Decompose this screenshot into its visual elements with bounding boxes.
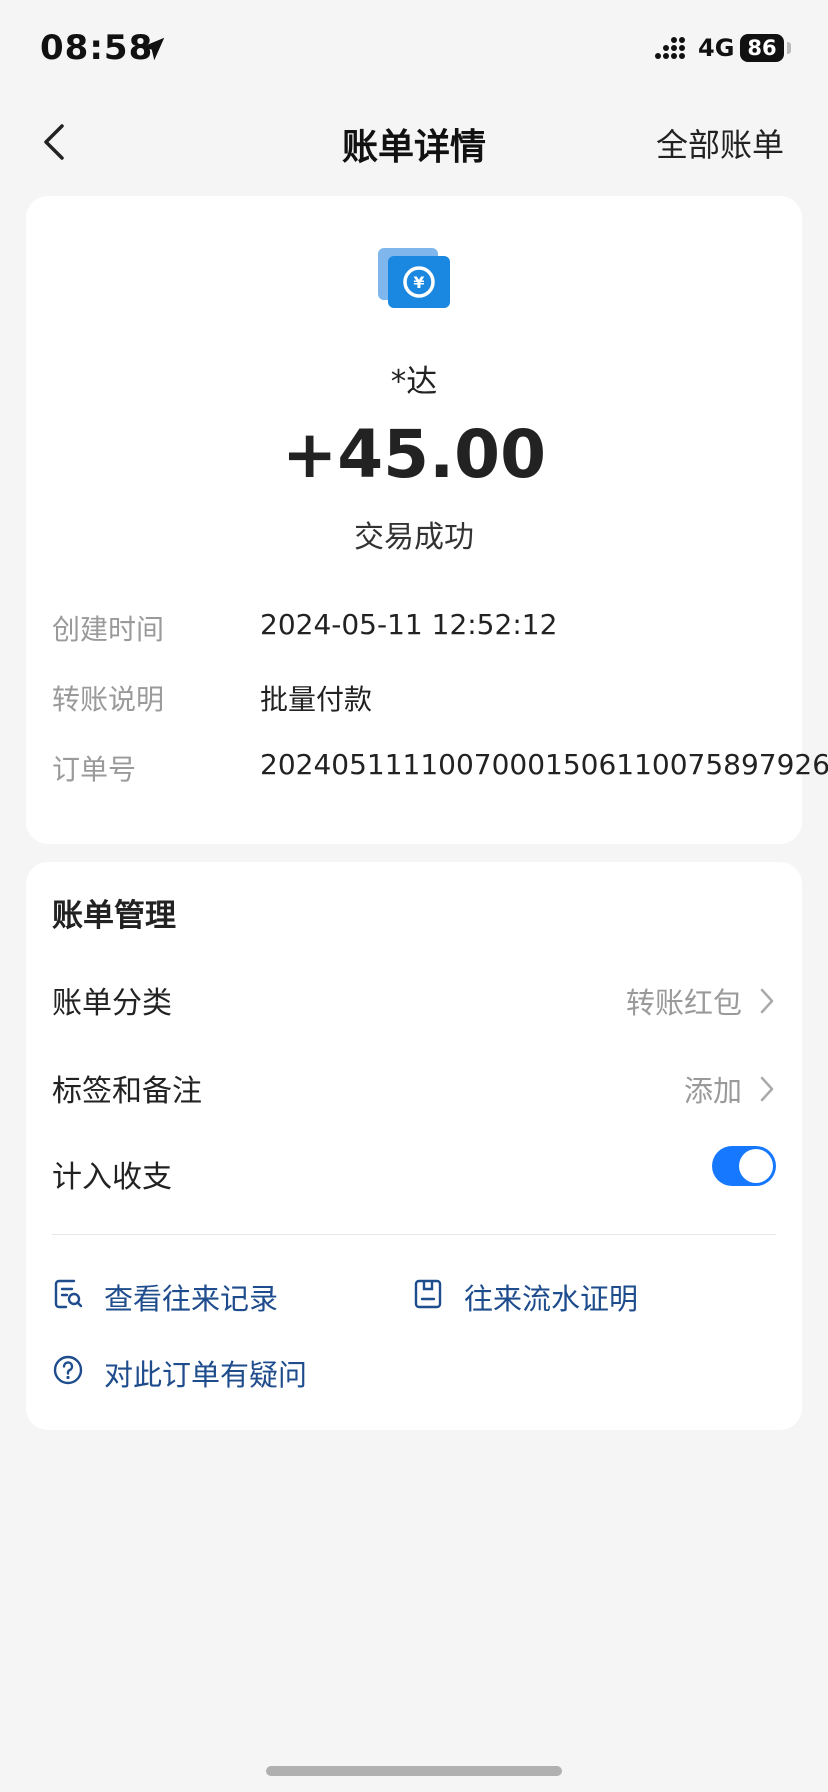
include-in-stats-toggle[interactable]: [712, 1146, 776, 1186]
transaction-proof-label: 往来流水证明: [464, 1282, 639, 1316]
record-search-icon: [54, 1279, 83, 1309]
amount: +45.00: [281, 416, 547, 493]
network-type: 4G: [698, 34, 735, 62]
detail-row-transfer-note: 转账说明 批量付款: [52, 678, 792, 722]
transaction-status: 交易成功: [354, 520, 474, 555]
transaction-proof-link[interactable]: 往来流水证明: [412, 1276, 752, 1316]
detail-value: 批量付款: [260, 683, 373, 716]
bill-category-label: 账单分类: [52, 986, 172, 1021]
include-in-stats-label: 计入收支: [52, 1160, 172, 1195]
svg-text:¥: ¥: [413, 273, 424, 292]
home-indicator[interactable]: [266, 1766, 562, 1776]
all-bills-button[interactable]: 全部账单: [656, 120, 784, 166]
bill-category-row[interactable]: 账单分类 转账红包: [52, 978, 776, 1028]
divider: [52, 1234, 776, 1235]
battery-cap: [787, 42, 791, 54]
view-history-label: 查看往来记录: [104, 1282, 279, 1316]
order-question-link[interactable]: 对此订单有疑问: [52, 1352, 372, 1392]
detail-row-order-number: 订单号 20240511110070001506110075897926: [52, 748, 828, 792]
chevron-right-icon: [760, 988, 774, 1014]
location-arrow-icon: [141, 37, 165, 61]
detail-value: 2024-05-11 12:52:12: [260, 608, 558, 641]
signal-icon: [655, 37, 685, 59]
toggle-knob: [739, 1149, 773, 1183]
view-history-link[interactable]: 查看往来记录: [52, 1276, 372, 1316]
tags-notes-row[interactable]: 标签和备注 添加: [52, 1066, 776, 1116]
transfer-yuan-icon: ¥: [378, 248, 450, 308]
order-question-label: 对此订单有疑问: [104, 1358, 308, 1392]
status-time: 08:58: [40, 28, 154, 68]
detail-label: 创建时间: [52, 613, 165, 646]
tags-notes-value: 添加: [683, 1074, 742, 1108]
bill-category-value: 转账红包: [625, 986, 742, 1020]
bill-summary-card: ¥ *达 +45.00 交易成功 创建时间 2024-05-11 12:52:1…: [26, 196, 828, 844]
battery-icon: 86: [740, 34, 784, 62]
detail-label: 订单号: [52, 753, 137, 786]
payee-name: *达: [390, 364, 438, 400]
tags-notes-label: 标签和备注: [52, 1074, 202, 1109]
status-bar: 08:58 4G 86: [0, 0, 828, 100]
bill-management-card: 账单管理 账单分类 转账红包 标签和备注 添加 计入收支 查看往来记录 往来流水…: [26, 862, 802, 1430]
include-in-stats-row: 计入收支: [52, 1146, 776, 1202]
document-proof-icon: [414, 1279, 442, 1309]
detail-value: 20240511110070001506110075897926: [260, 748, 828, 781]
question-circle-icon: [53, 1355, 83, 1385]
detail-row-created-time: 创建时间 2024-05-11 12:52:12: [52, 608, 792, 652]
nav-bar: 账单详情 全部账单: [0, 100, 828, 180]
chevron-right-icon: [760, 1076, 774, 1102]
section-title: 账单管理: [52, 898, 176, 934]
detail-label: 转账说明: [52, 683, 165, 716]
